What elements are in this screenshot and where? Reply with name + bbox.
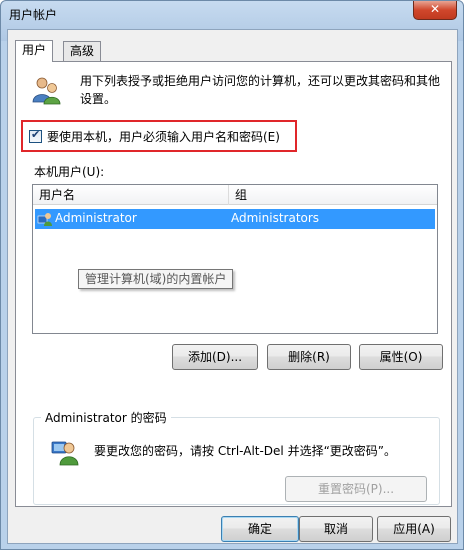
row-username: Administrator xyxy=(55,211,137,225)
dialog-client-area: 用户 高级 用下列表授予或拒绝用户访问您的计算机，还可以更改其密码和其他设置。 … xyxy=(7,29,458,544)
apply-button[interactable]: 应用(A) xyxy=(377,516,451,542)
tab-users[interactable]: 用户 xyxy=(15,40,54,62)
require-login-label: 要使用本机，用户必须输入用户名和密码(E) xyxy=(47,129,280,144)
column-header-group[interactable]: 组 xyxy=(229,185,437,205)
tab-advanced[interactable]: 高级 xyxy=(63,41,102,61)
password-instruction: 要更改您的密码，请按 Ctrl-Alt-Del 并选择“更改密码”。 xyxy=(94,444,397,458)
users-icon xyxy=(32,77,61,105)
checkmark-icon: ✔ xyxy=(31,127,41,141)
require-login-checkbox[interactable]: ✔ xyxy=(29,127,42,143)
properties-button[interactable]: 属性(O) xyxy=(359,344,443,370)
column-header-username[interactable]: 用户名 xyxy=(33,185,229,205)
close-icon: ✕ xyxy=(429,2,441,16)
add-user-button[interactable]: 添加(D)... xyxy=(172,344,258,370)
cancel-button[interactable]: 取消 xyxy=(299,516,373,542)
table-row[interactable]: Administrator Administrators xyxy=(35,209,435,229)
local-users-label: 本机用户(U): xyxy=(34,165,105,179)
list-header: 用户名 组 xyxy=(33,185,437,205)
ok-button[interactable]: 确定 xyxy=(221,516,299,542)
description-text: 用下列表授予或拒绝用户访问您的计算机，还可以更改其密码和其他设置。 xyxy=(80,74,441,106)
password-user-icon xyxy=(51,441,79,466)
reset-password-button[interactable]: 重置密码(P)... xyxy=(285,476,427,502)
remove-user-button[interactable]: 删除(R) xyxy=(267,344,351,370)
row-group: Administrators xyxy=(231,211,320,225)
local-users-list[interactable]: 用户名 组 Administrator Administrators xyxy=(32,184,438,334)
window-title: 用户帐户 xyxy=(9,8,58,22)
password-group-title: Administrator 的密码 xyxy=(41,409,171,426)
title-bar[interactable]: 用户帐户 ✕ xyxy=(1,1,463,27)
users-tab-panel: 用下列表授予或拒绝用户访问您的计算机，还可以更改其密码和其他设置。 ✔ 要使用本… xyxy=(15,61,452,507)
user-accounts-window: 用户帐户 ✕ 用户 高级 用下列表授予或拒绝用户访问您的计算机，还可以更改其密码… xyxy=(0,0,464,550)
user-tooltip: 管理计算机(域)的内置帐户 xyxy=(78,269,234,289)
close-button[interactable]: ✕ xyxy=(413,1,457,20)
user-icon xyxy=(37,213,52,226)
require-login-row[interactable]: ✔ 要使用本机，用户必须输入用户名和密码(E) xyxy=(29,128,280,144)
